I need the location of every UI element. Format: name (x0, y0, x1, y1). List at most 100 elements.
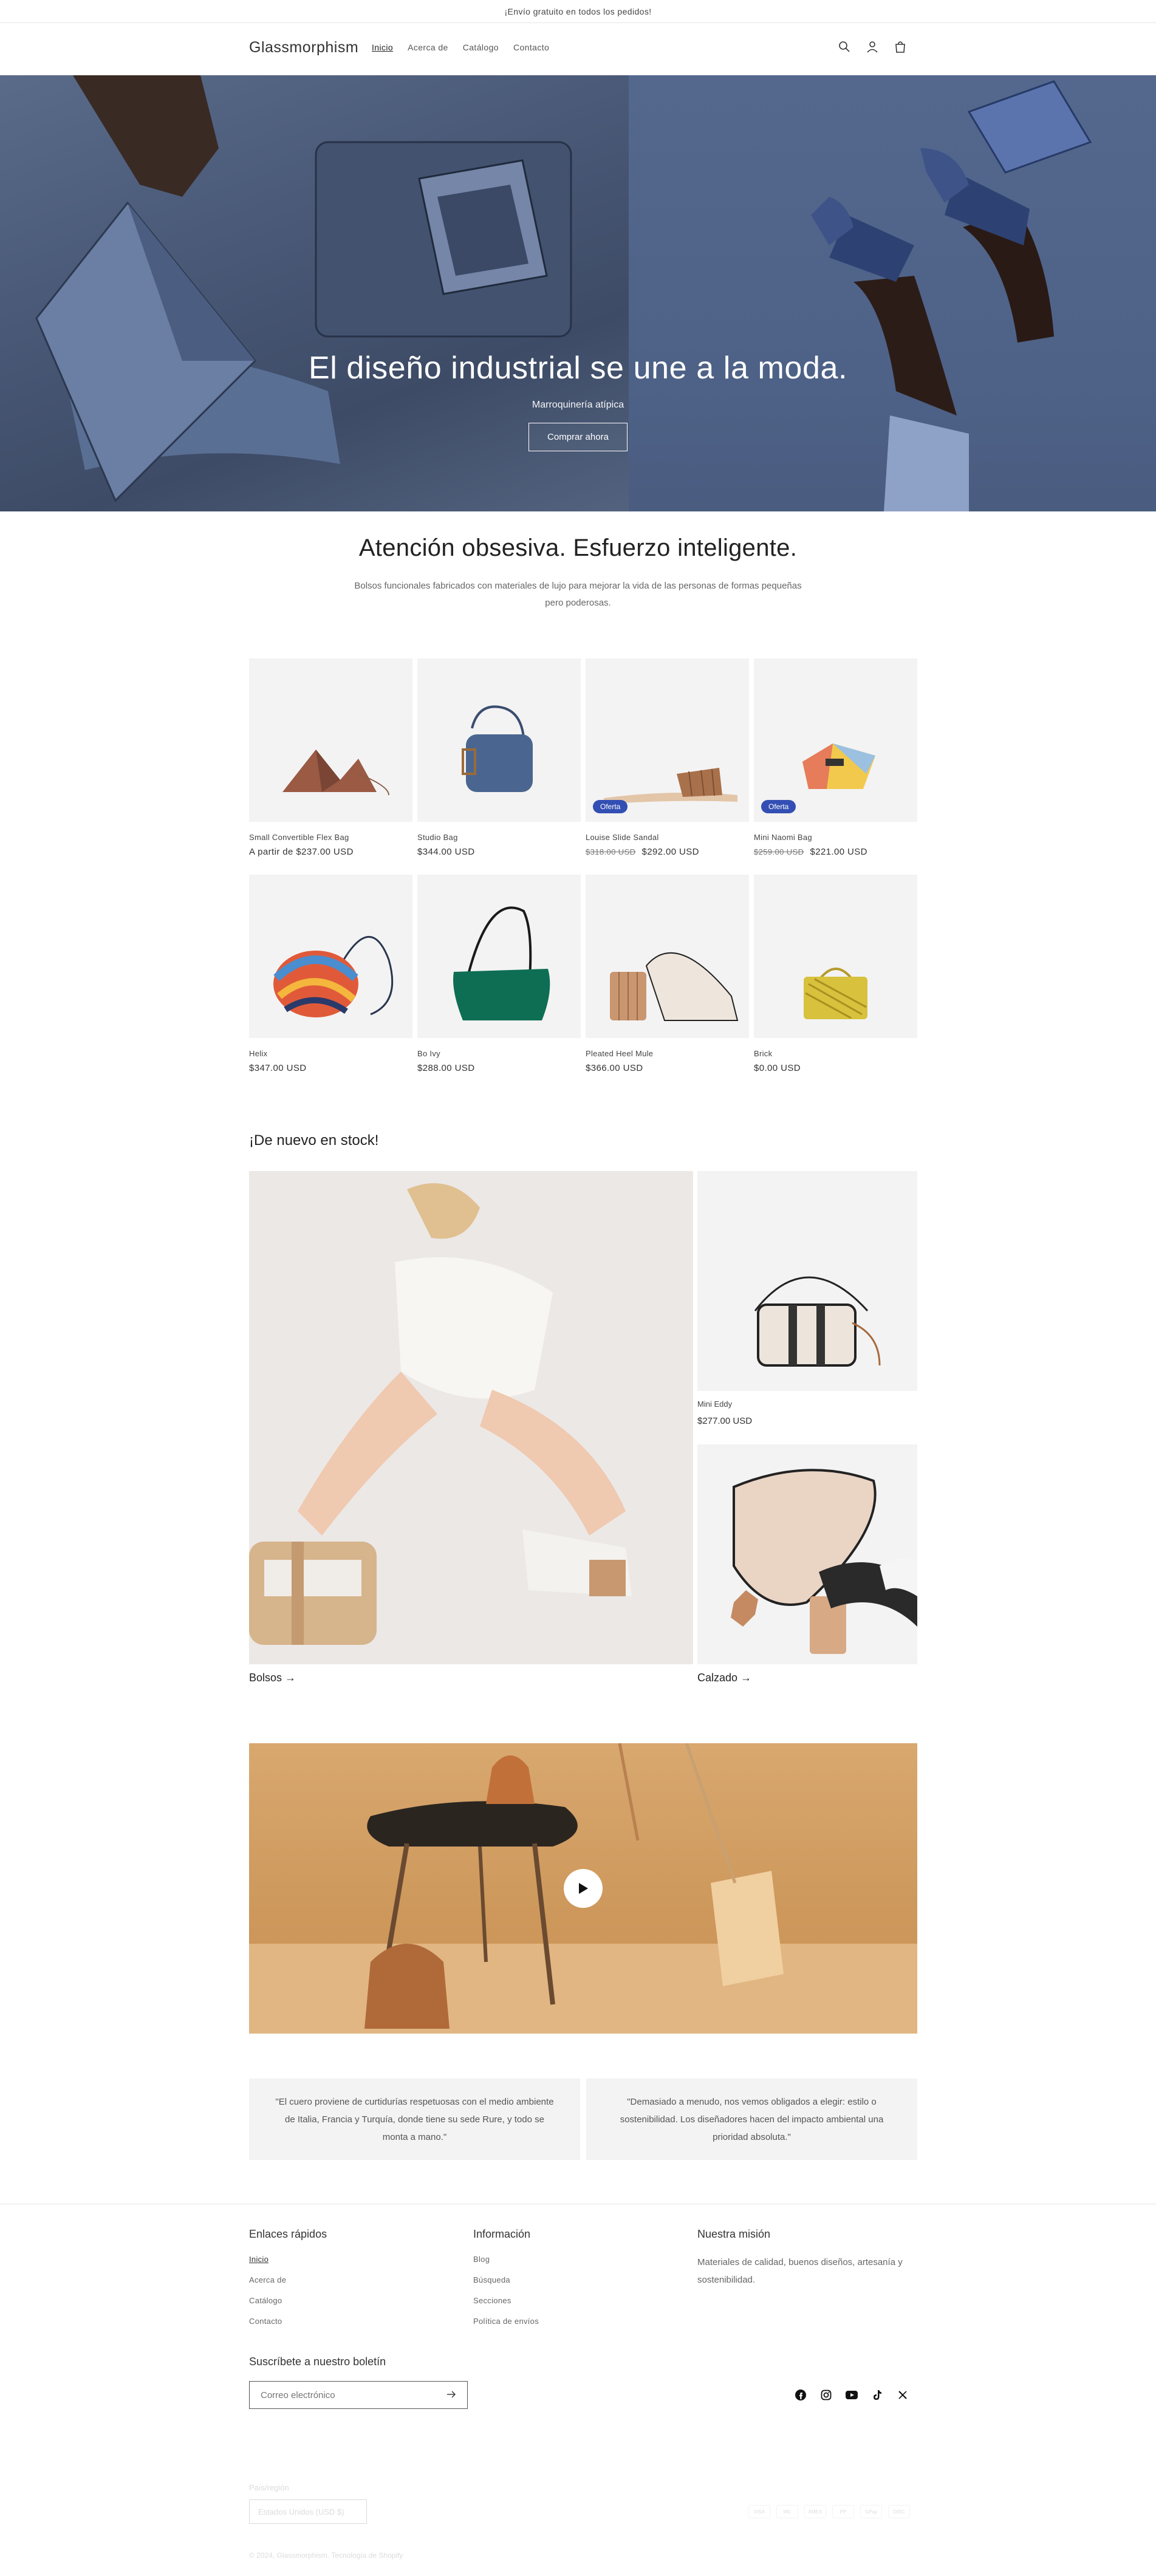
product-title[interactable]: Helix (249, 1049, 412, 1058)
facebook-icon[interactable] (795, 2389, 807, 2401)
product-price: $0.00 USD (754, 1063, 801, 1073)
arrow-right-icon[interactable] (446, 2390, 456, 2400)
search-icon[interactable] (838, 40, 851, 53)
x-icon[interactable] (897, 2389, 909, 2401)
announcement-bar: ¡Envío gratuito en todos los pedidos! (0, 0, 1156, 23)
footer-mission-title: Nuestra misión (697, 2228, 771, 2240)
footer-link-inicio[interactable]: Inicio (249, 2255, 286, 2264)
product-title[interactable]: Louise Slide Sandal (586, 833, 749, 842)
product-price: A partir de $237.00 USD (249, 847, 354, 857)
footer-quicklinks-title: Enlaces rápidos (249, 2228, 327, 2240)
model-illustration (249, 1171, 693, 1664)
logo[interactable]: Glassmorphism (249, 39, 358, 56)
newsletter-email-input[interactable] (261, 2390, 446, 2400)
shoes-collection-link[interactable]: Calzado → (697, 1672, 751, 1684)
footer-link-catalogo[interactable]: Catálogo (249, 2296, 286, 2305)
collage-heading: ¡De nuevo en stock! (249, 1132, 379, 1149)
product-card[interactable]: Bo Ivy $288.00 USD (417, 875, 581, 1076)
account-icon[interactable] (866, 40, 879, 53)
product-image[interactable]: Oferta (754, 658, 917, 822)
newsletter-form (249, 2381, 468, 2409)
product-card[interactable]: Pleated Heel Mule $366.00 USD (586, 875, 749, 1076)
collage-product-title[interactable]: Mini Eddy (697, 1399, 732, 1409)
bag-illustration (453, 906, 550, 1020)
product-image[interactable]: Oferta (586, 658, 749, 822)
product-price: $366.00 USD (586, 1063, 643, 1073)
footer-link-acerca[interactable]: Acerca de (249, 2275, 286, 2284)
product-card[interactable]: Oferta Louise Slide Sandal $318.00 USD $2… (586, 658, 749, 860)
bags-collection-link[interactable]: Bolsos → (249, 1672, 296, 1684)
mule-illustration (610, 952, 739, 1021)
quote-text: "El cuero proviene de curtidurías respet… (275, 2096, 554, 2142)
footer-link-blog[interactable]: Blog (473, 2255, 539, 2264)
newsletter-title: Suscríbete a nuestro boletín (249, 2356, 386, 2368)
country-selector[interactable]: Estados Unidos (USD $) (249, 2499, 367, 2524)
hero-title: El diseño industrial se une a la moda. (308, 350, 848, 386)
product-image[interactable] (754, 875, 917, 1038)
announcement-text: ¡Envío gratuito en todos los pedidos! (504, 6, 652, 16)
product-title[interactable]: Mini Naomi Bag (754, 833, 917, 842)
product-card[interactable]: Studio Bag $344.00 USD (417, 658, 581, 860)
video-section[interactable] (249, 1743, 917, 2034)
collage-product-image[interactable] (697, 1171, 917, 1391)
play-button[interactable] (564, 1869, 603, 1908)
product-title[interactable]: Small Convertible Flex Bag (249, 833, 412, 842)
gpay-icon: GPay (860, 2505, 882, 2518)
intro-heading: Atención obsesiva. Esfuerzo inteligente. (358, 535, 798, 561)
footer-link-contacto[interactable]: Contacto (249, 2317, 286, 2326)
product-image[interactable] (417, 658, 581, 822)
product-title[interactable]: Pleated Heel Mule (586, 1049, 749, 1058)
product-image[interactable] (417, 875, 581, 1038)
amex-icon: AMEX (804, 2505, 826, 2518)
tiktok-icon[interactable] (871, 2389, 883, 2401)
cart-icon[interactable] (894, 40, 907, 53)
quote-text: "Demasiado a menudo, nos vemos obligados… (620, 2096, 884, 2142)
mastercard-icon: MC (776, 2505, 798, 2518)
country-value: Estados Unidos (USD $) (258, 2507, 344, 2516)
country-label: País/región (249, 2483, 289, 2492)
product-title[interactable]: Bo Ivy (417, 1049, 581, 1058)
bag-illustration (462, 705, 533, 792)
footer-link-secciones[interactable]: Secciones (473, 2296, 539, 2305)
product-title[interactable]: Brick (754, 1049, 917, 1058)
product-grid: Small Convertible Flex Bag A partir de $… (249, 658, 917, 1076)
discover-icon: DISC (888, 2505, 910, 2518)
footer-link-busqueda[interactable]: Búsqueda (473, 2275, 539, 2284)
nav-inicio[interactable]: Inicio (372, 43, 393, 52)
product-image[interactable] (586, 875, 749, 1038)
nav-contacto[interactable]: Contacto (513, 43, 549, 52)
quote-block: "El cuero proviene de curtidurías respet… (249, 2079, 580, 2160)
hero-banner: El diseño industrial se une a la moda. M… (0, 75, 1156, 511)
product-card[interactable]: Oferta Mini Naomi Bag $259.00 USD $221.00… (754, 658, 917, 860)
collage-bags-image[interactable] (249, 1171, 693, 1664)
main-nav: Inicio Acerca de Catálogo Contacto (372, 43, 549, 52)
copyright: © 2024, Glassmorphism. Tecnología de Sho… (249, 2551, 403, 2560)
product-image[interactable] (249, 658, 412, 822)
product-price: $344.00 USD (417, 847, 475, 857)
intro-section: Atención obsesiva. Esfuerzo inteligente.… (0, 535, 1156, 612)
footer-link-envios[interactable]: Política de envíos (473, 2317, 539, 2326)
sale-badge: Oferta (593, 800, 628, 813)
youtube-icon[interactable] (846, 2389, 858, 2401)
product-card[interactable]: Helix $347.00 USD (249, 875, 412, 1076)
product-title[interactable]: Studio Bag (417, 833, 581, 842)
play-icon (579, 1883, 588, 1894)
hero-text-block: El diseño industrial se une a la moda. M… (0, 350, 1156, 451)
product-card[interactable]: Brick $0.00 USD (754, 875, 917, 1076)
footer-info-links: Blog Búsqueda Secciones Política de enví… (473, 2255, 539, 2326)
collage-shoes-image[interactable] (697, 1444, 917, 1664)
nav-catalogo[interactable]: Catálogo (463, 43, 499, 52)
bag-illustration (804, 968, 867, 1019)
bag-illustration (754, 1276, 881, 1367)
sandal-illustration (604, 768, 737, 804)
instagram-icon[interactable] (820, 2389, 832, 2401)
hero-subtitle: Marroquinería atípica (532, 400, 624, 410)
product-card[interactable]: Small Convertible Flex Bag A partir de $… (249, 658, 412, 860)
product-image[interactable] (249, 875, 412, 1038)
footer-info-title: Información (473, 2228, 531, 2240)
footer-mission-text: Materiales de calidad, buenos diseños, a… (697, 2257, 903, 2285)
nav-acerca[interactable]: Acerca de (408, 43, 448, 52)
bag-illustration (273, 935, 394, 1017)
social-links (795, 2389, 909, 2401)
shop-now-button[interactable]: Comprar ahora (528, 423, 628, 451)
